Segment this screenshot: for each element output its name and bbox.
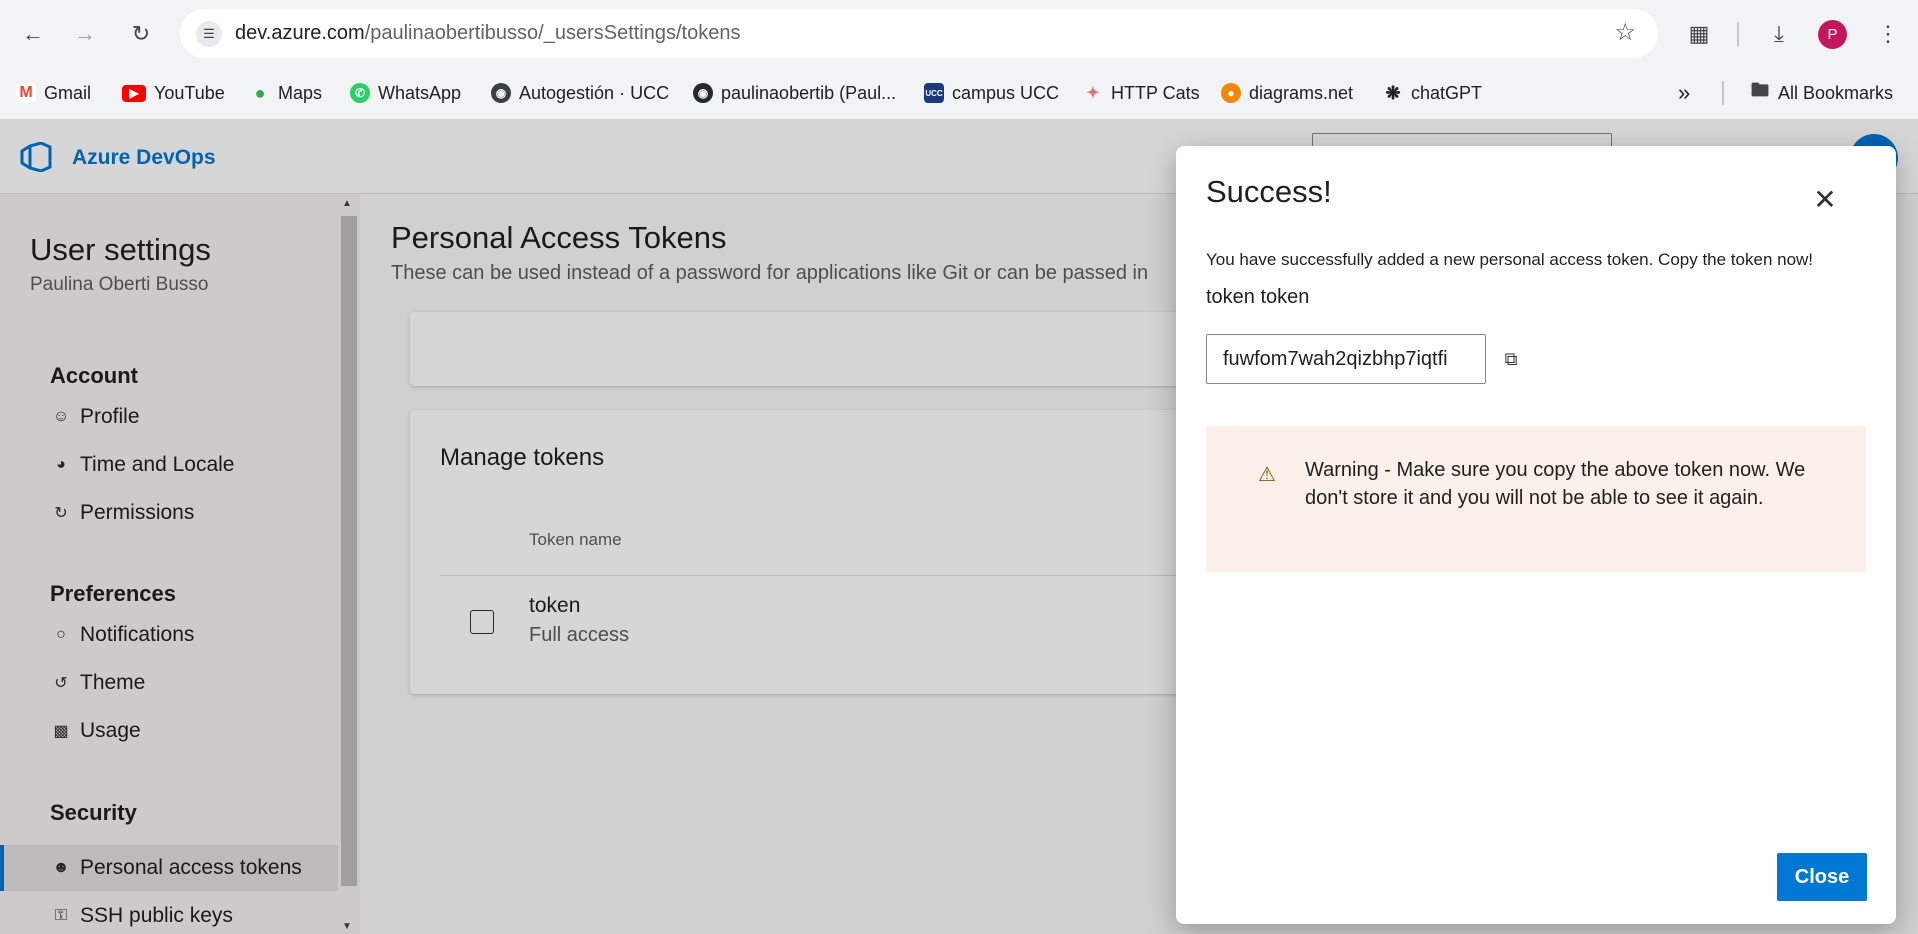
success-message: You have successfully added a new person… xyxy=(1206,250,1814,269)
bookmark-campus-ucc[interactable]: UCC campus UCC xyxy=(924,79,1059,107)
whatsapp-icon: ✆ xyxy=(350,83,370,103)
bookmark-maps[interactable]: ● Maps xyxy=(250,79,322,107)
all-bookmarks[interactable]: 🖿 All Bookmarks xyxy=(1750,79,1893,107)
diagrams-icon: ● xyxy=(1221,83,1241,103)
ucc-icon: UCC xyxy=(924,83,944,103)
extensions-icon[interactable]: ▦ xyxy=(1681,16,1717,52)
bookmark-youtube[interactable]: ▶ YouTube xyxy=(122,79,225,107)
warning-text: Warning - Make sure you copy the above t… xyxy=(1305,459,1806,509)
reload-icon[interactable]: ↻ xyxy=(124,17,158,51)
dialog-title: Success! xyxy=(1206,174,1332,209)
bookmark-autogestion[interactable]: ◉ Autogestión · UCC xyxy=(491,79,669,107)
globe-icon: ◉ xyxy=(491,83,511,103)
bookmarks-divider xyxy=(1722,81,1724,105)
bookmark-github[interactable]: ◉ paulinaobertib (Paul... xyxy=(693,79,896,107)
url-text: dev.azure.com/paulinaobertibusso/_usersS… xyxy=(235,22,741,44)
bookmark-chatgpt[interactable]: ❋ chatGPT xyxy=(1383,79,1482,107)
more-menu-icon[interactable]: ⋮ xyxy=(1870,16,1906,52)
address-bar[interactable]: ☰ dev.azure.com/paulinaobertibusso/_user… xyxy=(180,9,1658,58)
toolbar-divider xyxy=(1737,22,1739,46)
bookmark-star-icon[interactable]: ☆ xyxy=(1614,18,1636,47)
forward-icon[interactable]: → xyxy=(68,17,102,51)
token-display-name: token token xyxy=(1206,286,1310,308)
close-button[interactable]: Close xyxy=(1777,853,1867,901)
folder-icon: 🖿 xyxy=(1751,80,1769,100)
bookmark-gmail[interactable]: M Gmail xyxy=(16,79,91,107)
cat-icon: ✦ xyxy=(1086,85,1100,102)
github-icon: ◉ xyxy=(693,83,713,103)
browser-toolbar: ← → ↻ ☰ dev.azure.com/paulinaobertibusso… xyxy=(0,0,1918,66)
token-value-field[interactable] xyxy=(1206,334,1486,384)
close-icon[interactable]: ✕ xyxy=(1810,184,1840,215)
profile-avatar[interactable]: P xyxy=(1818,20,1847,49)
youtube-icon: ▶ xyxy=(122,84,146,102)
success-dialog: Success! ✕ You have successfully added a… xyxy=(1176,146,1896,924)
copy-icon[interactable]: ⧉ xyxy=(1498,346,1524,372)
gmail-icon: M xyxy=(16,83,36,103)
site-info-icon[interactable]: ☰ xyxy=(196,21,222,47)
bookmark-diagrams[interactable]: ● diagrams.net xyxy=(1221,79,1353,107)
bookmarks-overflow-icon[interactable]: » xyxy=(1678,79,1690,107)
bookmark-whatsapp[interactable]: ✆ WhatsApp xyxy=(350,79,461,107)
openai-icon: ❋ xyxy=(1385,82,1401,103)
maps-icon: ● xyxy=(254,82,266,103)
warning-message-bar: ⚠ Warning - Make sure you copy the above… xyxy=(1206,426,1866,572)
bookmarks-bar: M Gmail ▶ YouTube ● Maps ✆ WhatsApp ◉ Au… xyxy=(0,66,1918,120)
download-icon[interactable]: ⤓ xyxy=(1761,16,1797,52)
warning-icon: ⚠ xyxy=(1258,464,1276,486)
back-icon[interactable]: ← xyxy=(16,17,50,51)
bookmark-http-cats[interactable]: ✦ HTTP Cats xyxy=(1083,79,1199,107)
